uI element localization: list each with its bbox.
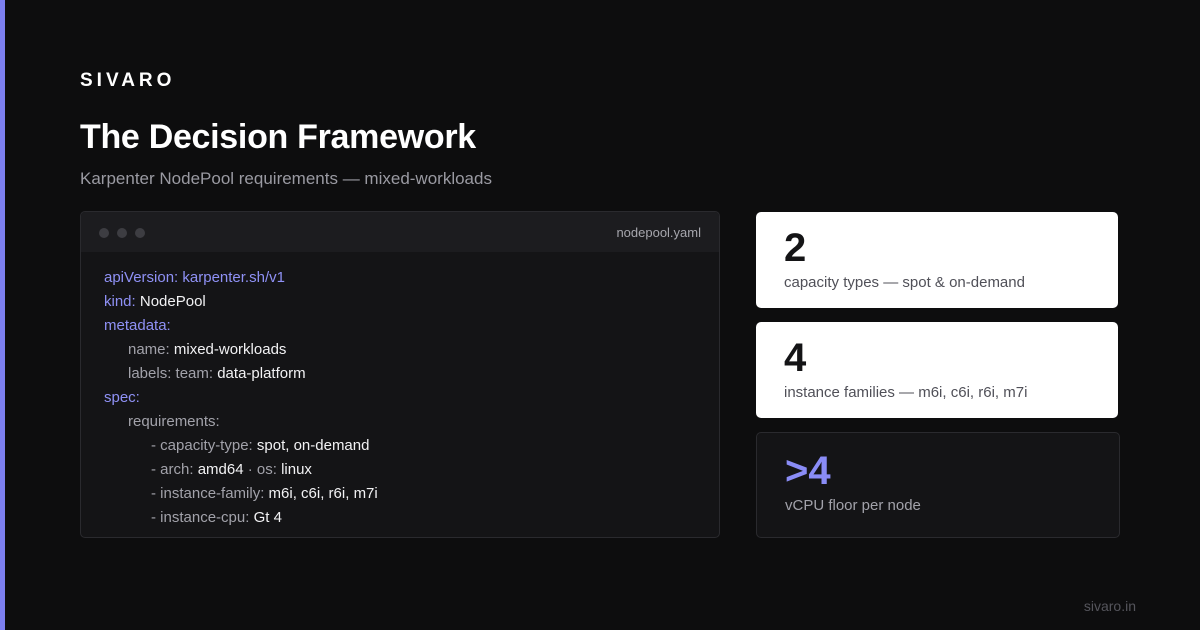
code-line: - instance-cpu: Gt 4 [104, 506, 719, 530]
code-value: Gt 4 [253, 509, 282, 526]
code-key: metadata: [104, 317, 171, 334]
code-key: kind: [104, 293, 136, 310]
code-value: amd64 [197, 461, 244, 478]
code-value: linux [281, 461, 312, 478]
stat-value: 2 [784, 226, 807, 270]
code-key: apiVersion: [104, 269, 179, 286]
window-dot-icon [117, 228, 127, 238]
code-key: - arch: [151, 461, 194, 478]
window-dot-icon [135, 228, 145, 238]
stat-value: >4 [785, 449, 831, 493]
code-line: - instance-family: m6i, c6i, r6i, m7i [104, 482, 719, 506]
code-line: spec: [104, 386, 719, 410]
code-line: requirements: [104, 410, 719, 434]
code-line: - arch: amd64 · os: linux [104, 458, 719, 482]
code-value: data-platform [217, 365, 306, 382]
code-titlebar: nodepool.yaml [81, 212, 719, 252]
page-subtitle: Karpenter NodePool requirements — mixed-… [80, 169, 492, 188]
code-line: kind: NodePool [104, 290, 719, 314]
code-value: spot, on-demand [256, 437, 370, 454]
window-dot-icon [99, 228, 109, 238]
stat-card-capacity-types: 2 capacity types — spot & on-demand [756, 212, 1118, 308]
stat-label: instance families — m6i, c6i, r6i, m7i [784, 384, 1028, 401]
stat-card-instance-families: 4 instance families — m6i, c6i, r6i, m7i [756, 322, 1118, 418]
code-line: name: mixed-workloads [104, 338, 719, 362]
code-value: karpenter.sh/v1 [182, 269, 285, 286]
brand-logo: SIVARO [80, 70, 176, 91]
code-value: mixed-workloads [173, 341, 287, 358]
code-key: name: [128, 341, 170, 358]
code-key: - instance-cpu: [151, 509, 250, 526]
code-key: - capacity-type: [151, 437, 253, 454]
code-body: apiVersion: karpenter.sh/v1 kind: NodePoo… [81, 252, 719, 530]
code-value: m6i, c6i, r6i, m7i [268, 485, 378, 502]
code-key: labels: team: [128, 365, 214, 382]
page-title: The Decision Framework [80, 118, 476, 156]
code-line: - capacity-type: spot, on-demand [104, 434, 719, 458]
code-filename: nodepool.yaml [616, 225, 701, 240]
code-line: apiVersion: karpenter.sh/v1 [104, 266, 719, 290]
stat-value: 4 [784, 336, 807, 380]
footer-url: sivaro.in [1083, 598, 1136, 614]
code-value: NodePool [139, 293, 206, 310]
accent-bar [0, 0, 5, 630]
code-key: spec: [104, 389, 140, 406]
code-key: · os: [243, 461, 277, 478]
code-line: labels: team: data-platform [104, 362, 719, 386]
code-key: requirements: [128, 413, 220, 430]
stat-label: vCPU floor per node [785, 497, 921, 514]
code-line: metadata: [104, 314, 719, 338]
code-window: nodepool.yaml apiVersion: karpenter.sh/v… [80, 211, 720, 538]
stat-card-vcpu-floor: >4 vCPU floor per node [756, 432, 1120, 538]
stat-label: capacity types — spot & on-demand [784, 274, 1025, 291]
code-key: - instance-family: [151, 485, 265, 502]
